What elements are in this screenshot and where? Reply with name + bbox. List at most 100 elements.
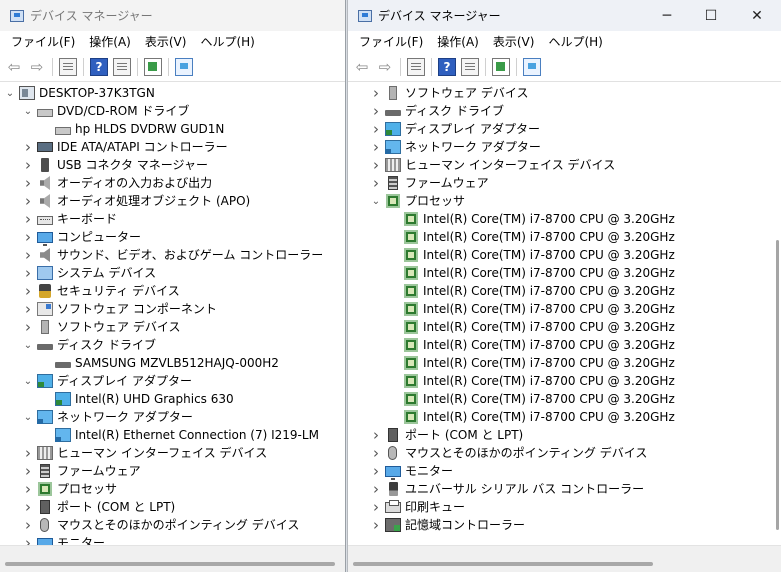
update-driver-icon[interactable] (492, 58, 510, 76)
menu-view[interactable]: 表示(V) (138, 31, 194, 53)
title-bar[interactable]: デバイス マネージャー ─ ☐ ✕ (348, 0, 781, 31)
tree-row[interactable]: Intel(R) UHD Graphics 630 (0, 390, 345, 408)
forward-arrow-icon[interactable]: ⇨ (28, 58, 46, 76)
properties-icon[interactable] (113, 58, 131, 76)
collapse-chevron-icon[interactable]: ⌄ (22, 372, 34, 390)
expand-chevron-icon[interactable]: › (370, 516, 382, 534)
tree-row[interactable]: › ソフトウェア デバイス (0, 318, 345, 336)
expand-chevron-icon[interactable]: › (22, 444, 34, 462)
tree-row[interactable]: › 印刷キュー (348, 498, 781, 516)
tree-row[interactable]: hp HLDS DVDRW GUD1N (0, 120, 345, 138)
tree-row[interactable]: › ディスク ドライブ (348, 102, 781, 120)
tree-row[interactable]: ⌄ DESKTOP-37K3TGN (0, 84, 345, 102)
tree-row[interactable]: › ヒューマン インターフェイス デバイス (348, 156, 781, 174)
maximize-icon[interactable]: ☐ (688, 0, 734, 31)
tree-row[interactable]: Intel(R) Core(TM) i7-8700 CPU @ 3.20GHz (348, 408, 781, 426)
expand-chevron-icon[interactable]: › (22, 282, 34, 300)
tree-row[interactable]: › ファームウェア (348, 174, 781, 192)
expand-chevron-icon[interactable]: › (22, 228, 34, 246)
back-arrow-icon[interactable]: ⇦ (353, 58, 371, 76)
expand-chevron-icon[interactable]: › (22, 156, 34, 174)
menu-help[interactable]: ヘルプ(H) (193, 31, 261, 53)
tree-row[interactable]: › ユニバーサル シリアル バス コントローラー (348, 480, 781, 498)
expand-chevron-icon[interactable]: › (22, 480, 34, 498)
tree-row[interactable]: ⌄ プロセッサ (348, 192, 781, 210)
expand-chevron-icon[interactable]: › (22, 516, 34, 534)
tree-row[interactable]: Intel(R) Core(TM) i7-8700 CPU @ 3.20GHz (348, 210, 781, 228)
tree-row[interactable]: Intel(R) Ethernet Connection (7) I219-LM (0, 426, 345, 444)
show-hide-console-tree-icon[interactable] (407, 58, 425, 76)
tree-row[interactable]: › 記憶域コントローラー (348, 516, 781, 534)
tree-row[interactable]: Intel(R) Core(TM) i7-8700 CPU @ 3.20GHz (348, 318, 781, 336)
expand-chevron-icon[interactable]: › (22, 462, 34, 480)
expand-chevron-icon[interactable]: › (370, 84, 382, 102)
expand-chevron-icon[interactable]: › (370, 174, 382, 192)
expand-chevron-icon[interactable]: › (22, 192, 34, 210)
tree-row[interactable]: › ディスプレイ アダプター (348, 120, 781, 138)
help-icon[interactable]: ? (438, 58, 456, 76)
tree-row[interactable]: › マウスとそのほかのポインティング デバイス (348, 444, 781, 462)
tree-row[interactable]: › ネットワーク アダプター (348, 138, 781, 156)
close-icon[interactable]: ✕ (734, 0, 780, 31)
collapse-chevron-icon[interactable]: ⌄ (370, 192, 382, 210)
tree-row[interactable]: Intel(R) Core(TM) i7-8700 CPU @ 3.20GHz (348, 282, 781, 300)
expand-chevron-icon[interactable]: › (370, 120, 382, 138)
expand-chevron-icon[interactable]: › (22, 318, 34, 336)
tree-row[interactable]: › システム デバイス (0, 264, 345, 282)
tree-row[interactable]: › オーディオ処理オブジェクト (APO) (0, 192, 345, 210)
tree-row[interactable]: Intel(R) Core(TM) i7-8700 CPU @ 3.20GHz (348, 336, 781, 354)
expand-chevron-icon[interactable]: › (370, 462, 382, 480)
tree-row[interactable]: Intel(R) Core(TM) i7-8700 CPU @ 3.20GHz (348, 246, 781, 264)
scrollbar-thumb[interactable] (5, 562, 335, 566)
title-bar[interactable]: デバイス マネージャー (0, 0, 345, 31)
expand-chevron-icon[interactable]: › (370, 444, 382, 462)
scan-hardware-icon[interactable] (175, 58, 193, 76)
horizontal-scrollbar[interactable] (348, 545, 781, 572)
collapse-chevron-icon[interactable]: ⌄ (22, 408, 34, 426)
tree-row[interactable]: › ポート (COM と LPT) (348, 426, 781, 444)
expand-chevron-icon[interactable]: › (370, 156, 382, 174)
tree-row[interactable]: Intel(R) Core(TM) i7-8700 CPU @ 3.20GHz (348, 372, 781, 390)
tree-row[interactable]: SAMSUNG MZVLB512HAJQ-000H2 (0, 354, 345, 372)
tree-row[interactable]: › USB コネクタ マネージャー (0, 156, 345, 174)
help-icon[interactable]: ? (90, 58, 108, 76)
tree-row[interactable]: › キーボード (0, 210, 345, 228)
tree-row[interactable]: › モニター (348, 462, 781, 480)
back-arrow-icon[interactable]: ⇦ (5, 58, 23, 76)
menu-file[interactable]: ファイル(F) (4, 31, 82, 53)
expand-chevron-icon[interactable]: › (370, 480, 382, 498)
tree-row[interactable]: › セキュリティ デバイス (0, 282, 345, 300)
expand-chevron-icon[interactable]: › (370, 102, 382, 120)
expand-chevron-icon[interactable]: › (370, 498, 382, 516)
expand-chevron-icon[interactable]: › (370, 138, 382, 156)
horizontal-scrollbar[interactable] (0, 545, 345, 572)
tree-row[interactable]: › ソフトウェア デバイス (348, 84, 781, 102)
menu-action[interactable]: 操作(A) (82, 31, 138, 53)
update-driver-icon[interactable] (144, 58, 162, 76)
scan-hardware-icon[interactable] (523, 58, 541, 76)
scrollbar-thumb[interactable] (353, 562, 653, 566)
tree-row[interactable]: › ヒューマン インターフェイス デバイス (0, 444, 345, 462)
tree-row[interactable]: ⌄ ディスク ドライブ (0, 336, 345, 354)
expand-chevron-icon[interactable]: › (22, 300, 34, 318)
expand-chevron-icon[interactable]: › (22, 498, 34, 516)
expand-chevron-icon[interactable]: › (370, 426, 382, 444)
tree-row[interactable]: ⌄ ディスプレイ アダプター (0, 372, 345, 390)
menu-view[interactable]: 表示(V) (486, 31, 542, 53)
minimize-icon[interactable]: ─ (644, 0, 690, 31)
tree-row[interactable]: › プロセッサ (0, 480, 345, 498)
tree-row[interactable]: Intel(R) Core(TM) i7-8700 CPU @ 3.20GHz (348, 228, 781, 246)
show-hide-console-tree-icon[interactable] (59, 58, 77, 76)
menu-action[interactable]: 操作(A) (430, 31, 486, 53)
collapse-chevron-icon[interactable]: ⌄ (22, 102, 34, 120)
expand-chevron-icon[interactable]: › (22, 264, 34, 282)
expand-chevron-icon[interactable]: › (22, 174, 34, 192)
tree-row[interactable]: › IDE ATA/ATAPI コントローラー (0, 138, 345, 156)
collapse-chevron-icon[interactable]: ⌄ (4, 84, 16, 102)
tree-row[interactable]: Intel(R) Core(TM) i7-8700 CPU @ 3.20GHz (348, 354, 781, 372)
tree-row[interactable]: › コンピューター (0, 228, 345, 246)
menu-file[interactable]: ファイル(F) (352, 31, 430, 53)
forward-arrow-icon[interactable]: ⇨ (376, 58, 394, 76)
tree-row[interactable]: Intel(R) Core(TM) i7-8700 CPU @ 3.20GHz (348, 264, 781, 282)
tree-row[interactable]: › ファームウェア (0, 462, 345, 480)
